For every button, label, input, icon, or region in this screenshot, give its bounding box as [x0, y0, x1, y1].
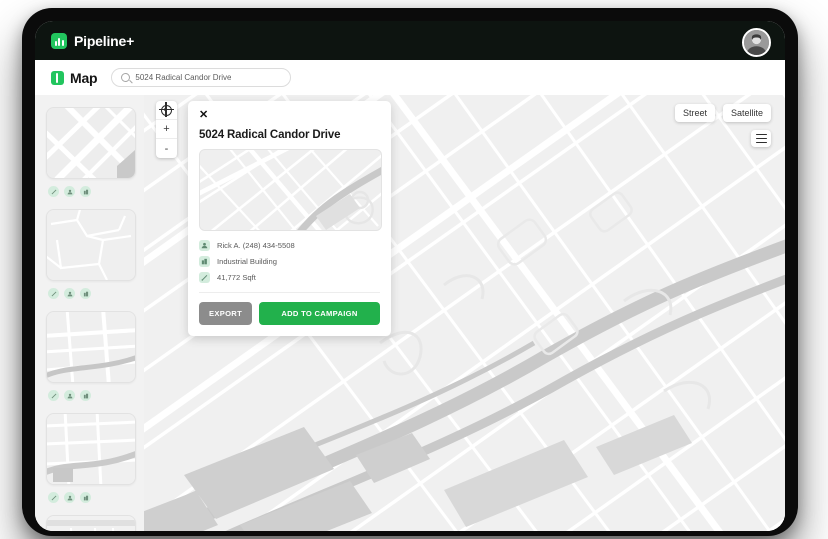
panel-action-bar: EXPORT ADD TO CAMPAIGN: [199, 292, 380, 325]
building-icon: [199, 256, 210, 267]
contact-person-icon: [199, 240, 210, 251]
map-section-label: Map: [51, 69, 98, 86]
search-value: 5024 Radical Candor Drive: [135, 73, 232, 82]
property-detail-list: Rick A. (248) 434-5508 Industrial Buildi…: [199, 240, 380, 283]
contact-person-icon: [64, 492, 75, 503]
detail-text: Rick A. (248) 434-5508: [217, 241, 295, 250]
list-item[interactable]: [46, 209, 136, 299]
property-preview-map[interactable]: [199, 149, 382, 231]
list-item[interactable]: [46, 311, 136, 401]
building-icon: [80, 390, 91, 401]
search-input[interactable]: 5024 Radical Candor Drive: [111, 68, 292, 87]
zoom-out-button[interactable]: -: [156, 139, 177, 158]
zoom-in-button[interactable]: +: [156, 120, 177, 139]
contact-person-icon: [64, 390, 75, 401]
close-icon[interactable]: ✕: [199, 110, 208, 121]
area-ruler-icon: [48, 390, 59, 401]
street-layer-button[interactable]: Street: [674, 104, 715, 122]
detail-text: Industrial Building: [217, 257, 277, 266]
property-detail-panel: ✕ 5024 Radical Candor Drive Rick A. (248…: [188, 101, 391, 336]
satellite-layer-button[interactable]: Satellite: [722, 104, 771, 122]
tablet-device-frame: Pipeline+ Map 5024 Radical Candor Drive …: [22, 8, 798, 536]
thumb-icon-row: [48, 288, 134, 299]
area-ruler-icon: [48, 288, 59, 299]
thumb-icon-row: [48, 492, 134, 503]
avatar[interactable]: [742, 28, 771, 57]
list-item[interactable]: [46, 413, 136, 503]
list-item[interactable]: [46, 515, 136, 531]
app-body: + - Street Satellite ✕ 5024 Radical Cand…: [35, 95, 785, 531]
page-title: 5024 Radical Candor Drive: [199, 129, 341, 141]
property-thumb-3[interactable]: [46, 311, 136, 383]
thumb-icon-row: [48, 186, 134, 197]
map-mark-icon: [51, 70, 64, 85]
detail-text: 41,772 Sqft: [217, 273, 256, 282]
property-thumb-1[interactable]: [46, 107, 136, 179]
contact-person-icon: [64, 288, 75, 299]
property-thumb-4[interactable]: [46, 413, 136, 485]
map-canvas[interactable]: + - Street Satellite ✕ 5024 Radical Cand…: [144, 95, 785, 531]
brand-name: Pipeline+: [74, 32, 135, 49]
bar-chart-logo-icon: [51, 32, 67, 49]
screenshot-stage: Pipeline+ Map 5024 Radical Candor Drive …: [0, 0, 828, 539]
detail-row-area: 41,772 Sqft: [199, 272, 380, 283]
map-layer-toggles[interactable]: Street Satellite: [674, 104, 771, 122]
area-ruler-icon: [48, 186, 59, 197]
property-list-sidebar[interactable]: [35, 95, 145, 531]
area-ruler-icon: [199, 272, 210, 283]
list-item[interactable]: [46, 107, 136, 197]
add-to-campaign-button[interactable]: ADD TO CAMPAIGN: [259, 302, 380, 325]
hamburger-menu-icon[interactable]: [751, 130, 771, 147]
detail-row-type: Industrial Building: [199, 256, 380, 267]
property-thumb-2[interactable]: [46, 209, 136, 281]
map-zoom-controls[interactable]: + -: [156, 101, 177, 158]
search-icon: [121, 73, 131, 82]
area-ruler-icon: [48, 492, 59, 503]
tablet-screen: Pipeline+ Map 5024 Radical Candor Drive …: [35, 21, 785, 531]
property-thumb-5[interactable]: [46, 515, 136, 531]
section-title: Map: [70, 69, 98, 86]
map-sub-bar: Map 5024 Radical Candor Drive: [35, 60, 785, 96]
locate-button[interactable]: [156, 101, 177, 120]
app-top-bar: Pipeline+: [35, 21, 785, 60]
crosshair-target-icon: [158, 102, 174, 118]
thumb-icon-row: [48, 390, 134, 401]
building-icon: [80, 288, 91, 299]
detail-row-contact: Rick A. (248) 434-5508: [199, 240, 380, 251]
building-icon: [80, 186, 91, 197]
contact-person-icon: [64, 186, 75, 197]
brand[interactable]: Pipeline+: [51, 32, 135, 49]
building-icon: [80, 492, 91, 503]
export-button[interactable]: EXPORT: [199, 302, 252, 325]
